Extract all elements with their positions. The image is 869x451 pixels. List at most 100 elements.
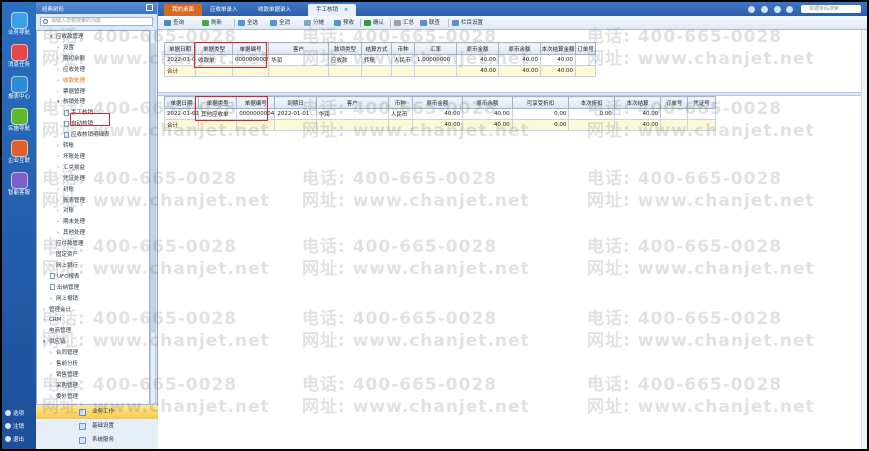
table-cell[interactable]: 40.00 (613, 108, 662, 120)
table-cell[interactable] (660, 108, 689, 120)
table-cell[interactable]: 40.00 (540, 54, 576, 66)
tree-item[interactable]: › 凭证处理 (57, 175, 85, 184)
user-icon[interactable] (760, 5, 768, 13)
table-cell[interactable]: 40.00 (456, 54, 499, 66)
tab-1[interactable]: 我的桌面 (164, 4, 203, 16)
table-cell[interactable] (687, 108, 716, 120)
nav-tree-scrollbar[interactable] (150, 30, 156, 405)
tree-item[interactable]: › 售前分析 (50, 360, 78, 369)
column-header[interactable]: 客户 (315, 96, 389, 109)
tree-item[interactable]: ▾ 供应链 (43, 338, 66, 347)
column-header[interactable]: 到期日 (274, 96, 317, 109)
table-cell[interactable]: 0.00 (511, 108, 570, 120)
table-cell[interactable]: 华润 (268, 54, 329, 66)
sidebar-item[interactable]: 消息任务 (2, 42, 36, 72)
tree-item[interactable]: › 转账 (57, 142, 74, 151)
close-icon[interactable]: × (344, 7, 348, 13)
tree-item[interactable]: › 期初余额 (57, 55, 85, 64)
tree-item[interactable]: › 电商管理 (43, 327, 71, 336)
column-header[interactable]: 订单号 (660, 96, 689, 109)
scroll-thumb[interactable] (151, 43, 155, 333)
column-header[interactable]: 币种 (387, 96, 413, 109)
table-cell[interactable]: 华润 (315, 108, 389, 120)
tree-item[interactable]: › 委外管理 (50, 393, 78, 402)
table-cell[interactable]: 2022-01-01 (164, 54, 196, 66)
tree-item[interactable]: UFO报表 (50, 273, 80, 282)
nav-bottom-item[interactable]: 基础设置 (36, 420, 158, 433)
column-header[interactable]: 本次结算金额 (540, 42, 576, 55)
tree-item[interactable]: › 管理会计 (43, 306, 71, 315)
sidebar-item[interactable]: 企业互联 (2, 138, 36, 168)
table-cell[interactable]: 转账 (361, 54, 392, 66)
toolbar-button[interactable]: 确认 (364, 18, 384, 28)
table-cell[interactable] (575, 54, 596, 66)
sidebar-bottom-3[interactable]: 退出 (5, 435, 24, 443)
table-cell[interactable]: 2022-01-01 (274, 108, 317, 120)
toolbar-button[interactable]: 查询 (164, 18, 184, 28)
sidebar-item[interactable]: 业务导航 (2, 10, 36, 40)
tree-item[interactable]: › 其他处理 (57, 229, 85, 238)
nav-bottom-item[interactable]: 业务工作 (36, 406, 158, 419)
tree-item[interactable]: › 合同管理 (50, 349, 78, 358)
tree-item[interactable]: 出纳管理 (50, 284, 79, 293)
content-scrollbar[interactable] (861, 30, 867, 449)
table-cell[interactable]: 应收款 (328, 54, 362, 66)
column-header[interactable]: 订单号 (575, 42, 596, 55)
column-header[interactable]: 币种 (391, 42, 415, 55)
sidebar-item[interactable]: 实施导航 (2, 106, 36, 136)
toolbar-button[interactable]: 分摊 (304, 18, 324, 28)
toolbar-button[interactable]: 汇总 (394, 18, 414, 28)
table-cell[interactable]: 2022-01-01 (163, 108, 200, 120)
column-header[interactable]: 原币金额 (456, 42, 499, 55)
toolbar-button[interactable]: 栏目设置 (452, 18, 483, 28)
toolbar-button[interactable]: 全消 (270, 18, 290, 28)
tree-item[interactable]: › 设置 (57, 44, 74, 53)
column-header[interactable]: 原币余额 (462, 96, 513, 109)
table-cell[interactable]: 人民币 (391, 54, 415, 66)
nav-search-input[interactable]: 请输入您要搜索的功能 (40, 17, 153, 26)
tree-item[interactable]: › CRM (43, 316, 61, 325)
toolbar-button[interactable]: 联查 (420, 18, 440, 28)
tree-item[interactable]: › 应收处理 (57, 66, 85, 75)
tree-item[interactable]: › 汇兑损益 (57, 164, 85, 173)
barcode-search-input[interactable]: 单据条码搜索 (801, 5, 861, 13)
column-header[interactable]: 原币余额 (498, 42, 541, 55)
pin-icon[interactable] (146, 4, 153, 11)
tree-item[interactable]: ▾ 核销处理 (57, 98, 85, 107)
tab-2[interactable]: 应收单录入 (202, 4, 246, 16)
help-icon[interactable] (748, 5, 755, 13)
column-header[interactable]: 可享受折扣 (511, 96, 570, 109)
column-header[interactable]: 原币金额 (411, 96, 464, 109)
tree-item[interactable]: › 网上银行 (50, 262, 78, 271)
table-cell[interactable]: 0.00 (568, 108, 615, 120)
column-header[interactable]: 款项类型 (328, 42, 362, 55)
table-cell[interactable]: 40.00 (498, 54, 541, 66)
column-header[interactable]: 本次折扣 (568, 96, 615, 109)
tree-item[interactable]: › 销售管理 (50, 371, 78, 380)
toolbar-button[interactable]: 全选 (238, 18, 258, 28)
tree-item[interactable]: › 收款处理 (57, 77, 85, 86)
tree-item[interactable]: › 网上报销 (50, 295, 78, 304)
tree-item[interactable]: ▾ 应收款管理 (50, 33, 84, 42)
column-header[interactable]: 单据日期 (163, 96, 200, 109)
table-cell[interactable]: 40.00 (411, 108, 464, 120)
column-header[interactable]: 本次结算 (613, 96, 662, 109)
tree-item[interactable]: › 坏账处理 (57, 153, 85, 162)
column-header[interactable]: 结算方式 (361, 42, 392, 55)
tree-item[interactable]: 应收核销明细表 (64, 131, 110, 140)
sidebar-item[interactable]: 智能客服 (2, 170, 36, 200)
table-cell[interactable]: 人民币 (387, 108, 413, 120)
sidebar-item[interactable]: 报表中心 (2, 74, 36, 104)
column-header[interactable]: 客户 (268, 42, 329, 55)
tree-item[interactable]: › 账表管理 (57, 197, 85, 206)
sidebar-bottom-2[interactable]: 注销 (5, 422, 24, 430)
table-cell[interactable]: 40.00 (462, 108, 513, 120)
tree-item[interactable]: › 封账 (57, 186, 74, 195)
tab-4[interactable]: 手工核销 × (308, 4, 357, 16)
toolbar-button[interactable]: 刷新 (202, 18, 222, 28)
table-cell[interactable]: 1.00000000 (414, 54, 457, 66)
tree-item[interactable]: › 采购管理 (50, 382, 78, 391)
tree-item[interactable]: › 应付款管理 (50, 240, 84, 249)
settings-icon[interactable] (773, 5, 781, 13)
tree-item[interactable]: › 固定资产 (50, 251, 78, 260)
